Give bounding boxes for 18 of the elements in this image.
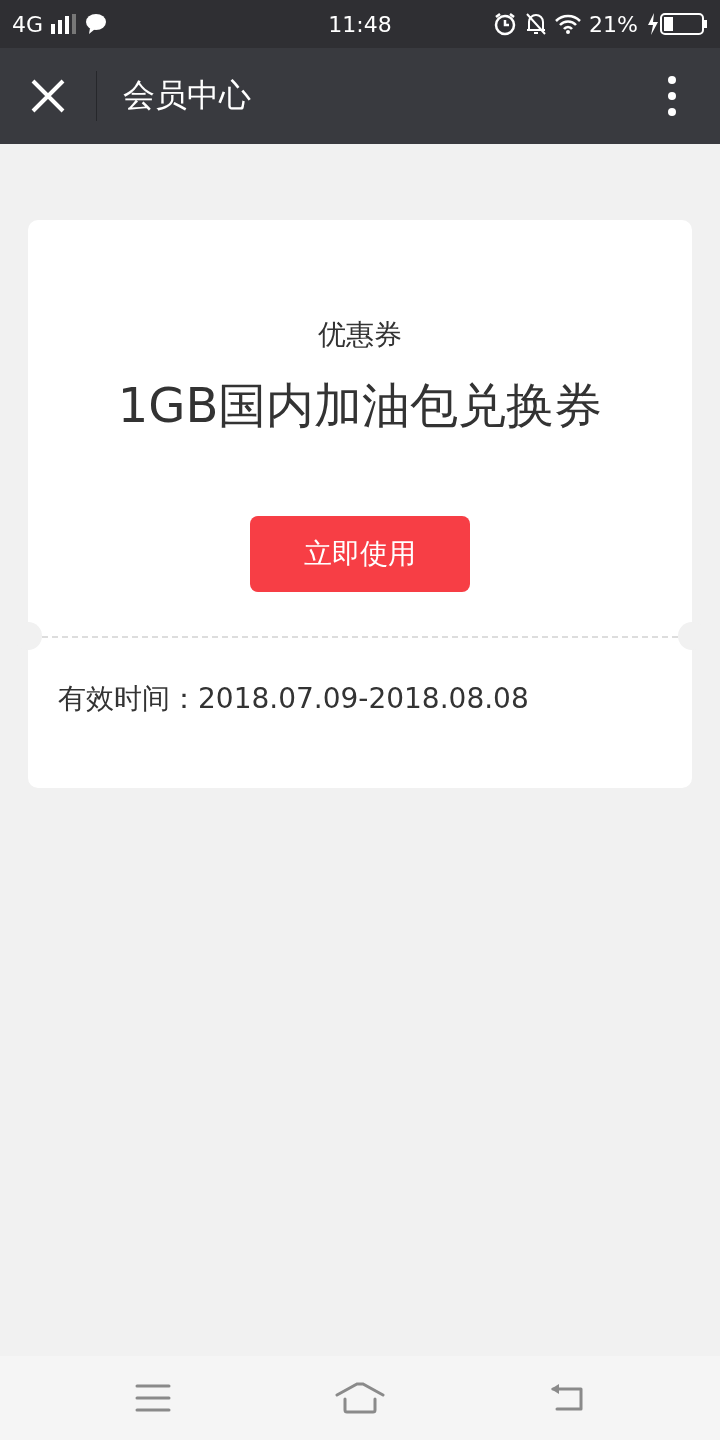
coupon-name: 1GB国内加油包兑换券 xyxy=(117,376,603,435)
muted-bell-icon xyxy=(525,12,548,36)
close-icon xyxy=(31,79,65,113)
clock-time: 11:48 xyxy=(328,11,392,37)
charging-battery-icon xyxy=(646,12,708,36)
signal-icon xyxy=(51,14,78,34)
coupon-label: 优惠券 xyxy=(318,317,402,353)
home-icon xyxy=(335,1382,385,1414)
chat-bubble-icon xyxy=(85,13,108,35)
menu-icon xyxy=(135,1384,172,1412)
battery-percent: 21% xyxy=(589,11,638,37)
alarm-clock-icon xyxy=(493,12,518,36)
network-type: 4G xyxy=(12,11,44,37)
wifi-icon xyxy=(555,14,582,34)
page-title: 会员中心 xyxy=(122,75,252,116)
use-now-button[interactable]: 立即使用 xyxy=(250,516,470,592)
vertical-dots-icon xyxy=(668,76,676,116)
validity-period: 有效时间：2018.07.09-2018.08.08 xyxy=(57,681,530,717)
